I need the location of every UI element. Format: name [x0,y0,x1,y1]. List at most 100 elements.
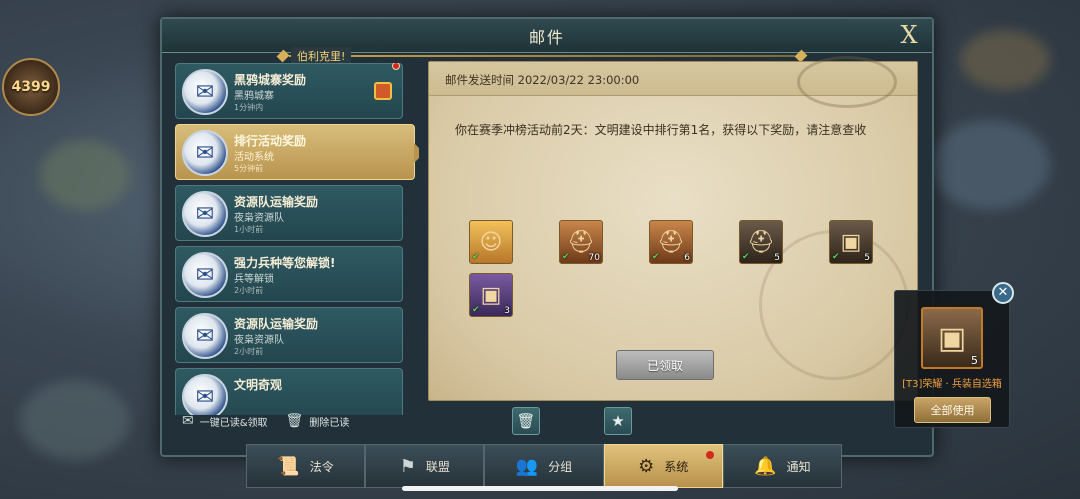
mail-time: 1小时前 [234,225,264,234]
mail-window: 邮件 X 伯利克里! ✉ 黑鸦城寨奖励 黑鸦城寨 1分钟内 ✉ 排行活动奖励 活… [160,17,934,457]
mail-time: 2小时前 [234,286,264,295]
tab-system[interactable]: ⚙ 系统 [603,444,723,488]
reward-item[interactable]: ▣ ✔ 5 [829,220,873,264]
reward-qty: 5 [774,253,780,263]
dove-mail-icon: ✉ [182,252,228,298]
mail-item-selected[interactable]: ✉ 排行活动奖励 活动系统 5分钟前 [175,124,419,180]
popup-item-name: [T3]荣耀 · 兵装自选箱 [902,379,1002,390]
reward-item[interactable]: ☺ ✔ [469,220,513,264]
reward-qty: 6 [684,253,690,263]
ticker-line [289,55,795,57]
popup-item-qty: 5 [971,354,978,367]
favorite-mail-button[interactable]: ★ [604,407,632,435]
mail-title: 强力兵种等您解锁! [234,256,336,270]
reward-qty: 5 [864,253,870,263]
bell-icon: 🔔 [754,455,777,477]
use-all-button[interactable]: 全部使用 [914,397,991,423]
claimed-button[interactable]: 已领取 [616,350,714,380]
power-score-badge[interactable]: 4399 [2,58,60,116]
home-indicator[interactable] [402,486,678,491]
window-title: 邮件 [528,27,565,47]
scroll-icon: 📜 [277,455,300,477]
tab-label: 系统 [664,459,689,474]
mail-category-tabs: 📜 法令 ⚑ 联盟 👥 分组 ⚙ 系统 🔔 通知 [246,444,843,488]
ticker-left-cap-icon [276,49,290,63]
read-claim-all-label: 一键已读&领取 [199,417,268,429]
mail-item[interactable]: ✉ 资源队运输奖励 夜枭资源队 2小时前 [175,307,403,363]
item-popup: ✕ ▣ 5 [T3]荣耀 · 兵装自选箱 全部使用 [894,282,1014,428]
reward-grid: ☺ ✔ ⛑ ✔ 70 ⛑ ✔ 6 ⛑ ✔ 5 ▣ ✔ 5 ▣ ✔ 3 [469,220,899,326]
mail-time: 2小时前 [234,347,264,356]
reward-item[interactable]: ⛑ ✔ 70 [559,220,603,264]
postmark-stamp-icon [797,56,897,108]
map-blob [40,140,130,210]
tab-label: 法令 [309,459,334,474]
mail-title: 黑鸦城寨奖励 [234,73,307,87]
gift-icon [374,82,392,100]
reward-item[interactable]: ⛑ ✔ 6 [649,220,693,264]
mail-item[interactable]: ✉ 黑鸦城寨奖励 黑鸦城寨 1分钟内 [175,63,403,119]
tab-label: 通知 [786,459,811,474]
close-button[interactable]: X [896,22,922,48]
popup-close-button[interactable]: ✕ [992,282,1014,304]
tab-notice[interactable]: 🔔 通知 [722,444,843,488]
claimed-check-icon: ✔ [652,252,660,262]
delete-read-button[interactable]: 🗑 删除已读 [286,413,350,429]
tab-group[interactable]: 👥 分组 [484,444,604,488]
map-blob [960,30,1050,90]
envelope-open-icon: ✉ [182,413,194,429]
mail-title: 资源队运输奖励 [234,317,319,331]
mail-list-actions: ✉ 一键已读&领取 🗑 删除已读 [182,411,422,431]
banner-icon: ⚑ [399,455,416,477]
mail-message: 你在赛季冲榜活动前2天：文明建设中排行第1名，获得以下奖励，请注意查收 [455,123,867,137]
reward-item[interactable]: ⛑ ✔ 5 [739,220,783,264]
delete-read-label: 删除已读 [309,417,350,429]
send-time: 邮件发送时间 2022/03/22 23:00:00 [445,73,640,87]
claimed-check-icon: ✔ [832,252,840,262]
tab-label: 联盟 [425,459,450,474]
delete-mail-button[interactable]: 🗑 [512,407,540,435]
power-score-value: 4399 [11,79,51,95]
dove-mail-icon: ✉ [182,191,228,237]
unread-dot [392,63,400,70]
reward-row: ▣ ✔ 3 [469,273,899,317]
group-icon: 👥 [515,455,539,477]
claimed-check-icon: ✔ [472,305,480,315]
mail-list[interactable]: ✉ 黑鸦城寨奖励 黑鸦城寨 1分钟内 ✉ 排行活动奖励 活动系统 5分钟前 ✉ … [175,63,419,415]
dove-mail-icon: ✉ [182,130,228,176]
reward-row: ☺ ✔ ⛑ ✔ 70 ⛑ ✔ 6 ⛑ ✔ 5 ▣ ✔ 5 [469,220,899,264]
reward-item[interactable]: ▣ ✔ 3 [469,273,513,317]
tab-label: 分组 [548,459,573,474]
mail-item[interactable]: ✉ 文明奇观 [175,368,403,415]
trash-icon: 🗑 [285,413,304,429]
mail-item[interactable]: ✉ 资源队运输奖励 夜枭资源队 1小时前 [175,185,403,241]
reward-qty: 70 [588,253,600,263]
mail-title: 资源队运输奖励 [234,195,319,209]
claimed-check-icon: ✔ [742,252,750,262]
tab-decree[interactable]: 📜 法令 [246,444,366,488]
claimed-check-icon: ✔ [562,252,570,262]
mail-content-header: 邮件发送时间 2022/03/22 23:00:00 [429,56,917,108]
mail-content-panel: 邮件发送时间 2022/03/22 23:00:00 你在赛季冲榜活动前2天：文… [428,56,918,401]
map-blob [930,120,1050,210]
mail-sender: 兵等解锁 [234,274,274,285]
mail-time: 5分钟前 [234,164,264,173]
dove-mail-icon: ✉ [182,69,228,115]
mail-title: 排行活动奖励 [234,134,307,148]
mail-sender: 夜枭资源队 [234,213,284,224]
mail-item[interactable]: ✉ 强力兵种等您解锁! 兵等解锁 2小时前 [175,246,403,302]
mail-time: 1分钟内 [234,103,264,112]
read-claim-all-button[interactable]: ✉ 一键已读&领取 [182,413,268,429]
tab-alliance[interactable]: ⚑ 联盟 [365,444,485,488]
mail-sender: 活动系统 [234,152,274,163]
claimed-check-icon: ✔ [472,252,480,262]
popup-item-slot[interactable]: ▣ 5 [921,307,983,369]
map-blob [20,380,130,460]
mail-sender: 黑鸦城寨 [234,91,274,102]
trash-icon: 🗑 [516,412,536,430]
mail-sender: 夜枭资源队 [234,335,284,346]
dove-mail-icon: ✉ [182,313,228,359]
notification-dot [705,451,714,459]
reward-qty: 3 [504,306,510,316]
mail-content-actions: 🗑 ★ [512,407,696,435]
